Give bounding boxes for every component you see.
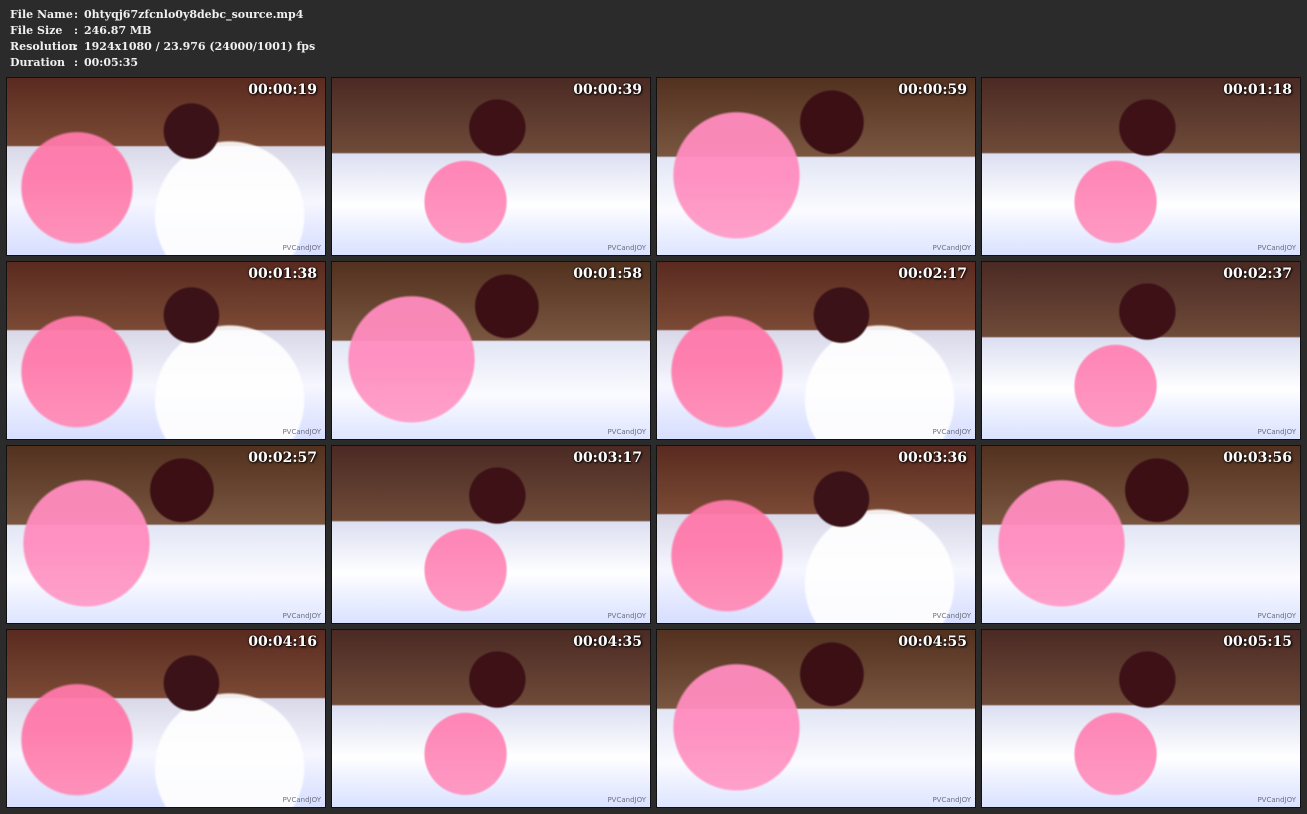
thumbnail-image — [982, 543, 1300, 623]
separator: : — [74, 8, 79, 21]
watermark: PVCandJOY — [282, 612, 321, 620]
watermark: PVCandJOY — [607, 796, 646, 804]
video-thumbnail[interactable]: 00:04:35 PVCandJOY — [331, 629, 651, 808]
video-thumbnail[interactable]: 00:01:18 PVCandJOY — [981, 77, 1301, 256]
separator: : — [74, 56, 79, 69]
video-thumbnail[interactable]: 00:02:37 PVCandJOY — [981, 261, 1301, 440]
timestamp: 00:03:36 — [898, 450, 967, 466]
video-thumbnail[interactable]: 00:02:57 PVCandJOY — [6, 445, 326, 624]
thumbnail-image — [657, 359, 975, 439]
watermark: PVCandJOY — [282, 796, 321, 804]
timestamp: 00:01:58 — [573, 266, 642, 282]
watermark: PVCandJOY — [282, 244, 321, 252]
timestamp: 00:01:18 — [1223, 82, 1292, 98]
timestamp: 00:00:19 — [248, 82, 317, 98]
timestamp: 00:02:37 — [1223, 266, 1292, 282]
video-thumbnail[interactable]: 00:05:15 PVCandJOY — [981, 629, 1301, 808]
timestamp: 00:00:39 — [573, 82, 642, 98]
watermark: PVCandJOY — [932, 612, 971, 620]
thumbnail-image — [332, 359, 650, 439]
separator: : — [74, 24, 79, 37]
thumbnail-image — [332, 727, 650, 807]
video-thumbnail[interactable]: 00:04:16 PVCandJOY — [6, 629, 326, 808]
timestamp: 00:03:17 — [573, 450, 642, 466]
video-thumbnail[interactable]: 00:00:39 PVCandJOY — [331, 77, 651, 256]
thumbnail-image — [7, 359, 325, 439]
file-size-label: File Size — [10, 24, 63, 37]
timestamp: 00:03:56 — [1223, 450, 1292, 466]
file-name-label: File Name — [10, 8, 73, 21]
video-thumbnail[interactable]: 00:00:19 PVCandJOY — [6, 77, 326, 256]
thumbnail-image — [332, 543, 650, 623]
watermark: PVCandJOY — [607, 244, 646, 252]
timestamp: 00:04:35 — [573, 634, 642, 650]
watermark: PVCandJOY — [282, 428, 321, 436]
thumbnail-grid: 00:00:19 PVCandJOY 00:00:39 PVCandJOY 00:0… — [6, 77, 1302, 809]
watermark: PVCandJOY — [932, 796, 971, 804]
timestamp: 00:04:55 — [898, 634, 967, 650]
video-thumbnail[interactable]: 00:01:38 PVCandJOY — [6, 261, 326, 440]
watermark: PVCandJOY — [1257, 244, 1296, 252]
file-size-value: 246.87 MB — [84, 24, 152, 37]
duration-row: Duration : 00:05:35 — [10, 55, 315, 71]
file-info-panel: File Name : 0htyqj67zfcnlo0y8debc_source… — [10, 7, 315, 71]
watermark: PVCandJOY — [607, 428, 646, 436]
video-thumbnail[interactable]: 00:01:58 PVCandJOY — [331, 261, 651, 440]
video-thumbnail[interactable]: 00:02:17 PVCandJOY — [656, 261, 976, 440]
timestamp: 00:01:38 — [248, 266, 317, 282]
file-name-value: 0htyqj67zfcnlo0y8debc_source.mp4 — [84, 8, 304, 21]
watermark: PVCandJOY — [1257, 612, 1296, 620]
resolution-value: 1924x1080 / 23.976 (24000/1001) fps — [84, 40, 316, 53]
timestamp: 00:04:16 — [248, 634, 317, 650]
thumbnail-image — [657, 543, 975, 623]
thumbnail-image — [982, 727, 1300, 807]
watermark: PVCandJOY — [607, 612, 646, 620]
timestamp: 00:00:59 — [898, 82, 967, 98]
watermark: PVCandJOY — [932, 428, 971, 436]
resolution-label: Resolution — [10, 40, 77, 53]
video-thumbnail[interactable]: 00:00:59 PVCandJOY — [656, 77, 976, 256]
resolution-row: Resolution : 1924x1080 / 23.976 (24000/1… — [10, 39, 315, 55]
thumbnail-image — [657, 175, 975, 255]
video-thumbnail[interactable]: 00:03:56 PVCandJOY — [981, 445, 1301, 624]
watermark: PVCandJOY — [932, 244, 971, 252]
timestamp: 00:02:17 — [898, 266, 967, 282]
thumbnail-image — [7, 543, 325, 623]
video-thumbnail[interactable]: 00:03:17 PVCandJOY — [331, 445, 651, 624]
thumbnail-image — [657, 727, 975, 807]
thumbnail-image — [982, 175, 1300, 255]
duration-value: 00:05:35 — [84, 56, 139, 69]
watermark: PVCandJOY — [1257, 428, 1296, 436]
video-thumbnail[interactable]: 00:04:55 PVCandJOY — [656, 629, 976, 808]
separator: : — [74, 40, 79, 53]
file-size-row: File Size : 246.87 MB — [10, 23, 315, 39]
timestamp: 00:02:57 — [248, 450, 317, 466]
thumbnail-image — [332, 175, 650, 255]
thumbnail-image — [982, 359, 1300, 439]
timestamp: 00:05:15 — [1223, 634, 1292, 650]
thumbnail-image — [7, 175, 325, 255]
watermark: PVCandJOY — [1257, 796, 1296, 804]
video-thumbnail[interactable]: 00:03:36 PVCandJOY — [656, 445, 976, 624]
duration-label: Duration — [10, 56, 66, 69]
file-name-row: File Name : 0htyqj67zfcnlo0y8debc_source… — [10, 7, 315, 23]
thumbnail-image — [7, 727, 325, 807]
